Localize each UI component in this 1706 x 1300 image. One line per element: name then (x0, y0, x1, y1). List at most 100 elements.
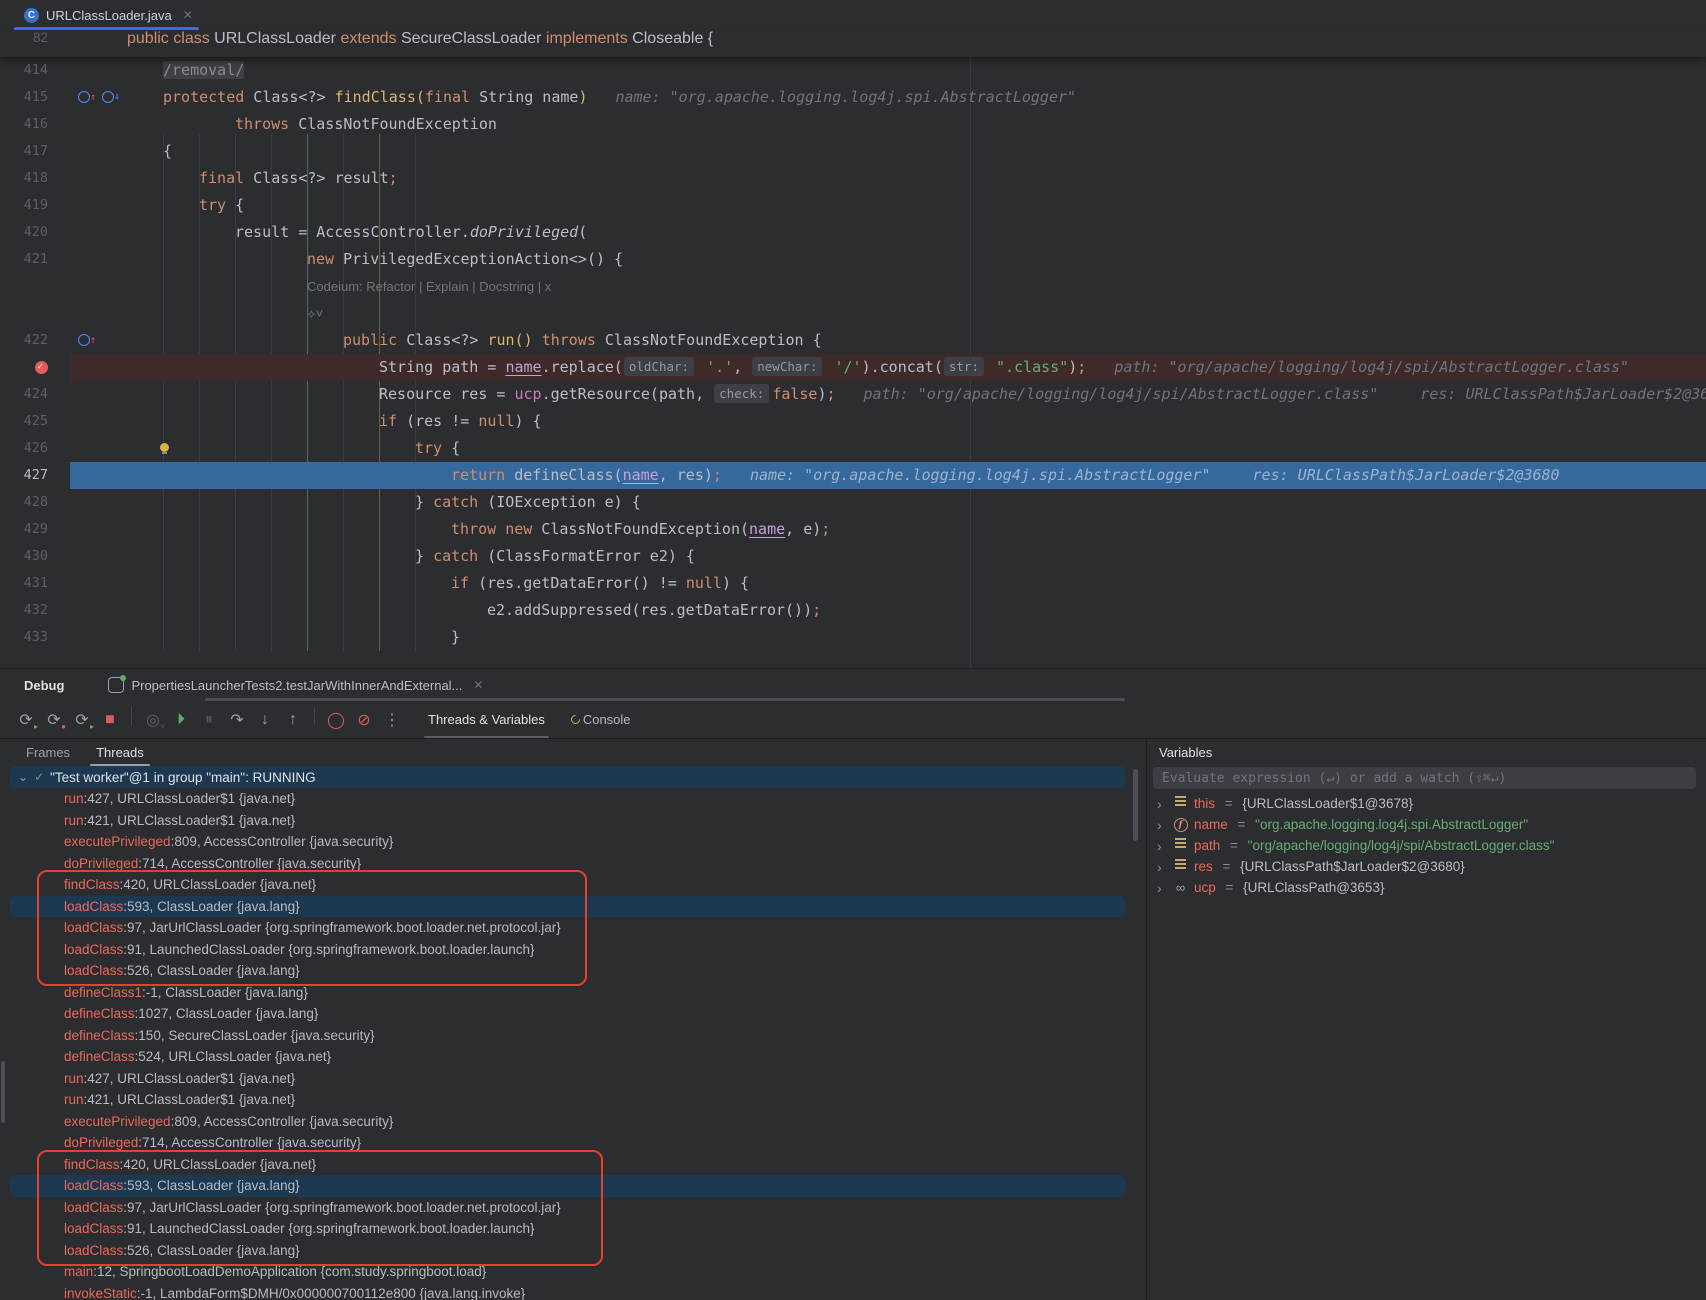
code-line[interactable]: Codeium: Refactor | Explain | Docstring … (0, 273, 1706, 300)
code-line[interactable]: 432e2.addSuppressed(res.getDataError()); (0, 597, 1706, 624)
code-line[interactable]: ⟡˅ (0, 300, 1706, 327)
frame-method: doPrivileged (64, 856, 138, 871)
frame-row[interactable]: main:12, SpringbootLoadDemoApplication {… (10, 1261, 1125, 1283)
rerun-button-badge-icon: ▸ (34, 723, 38, 731)
variable-row[interactable]: ›∞ucp = {URLClassPath@3653} (1147, 877, 1706, 898)
code-line[interactable]: 419try { (0, 192, 1706, 219)
chevron-right-icon[interactable]: › (1157, 817, 1167, 833)
variable-row[interactable]: ›this = {URLClassLoader$1@3678} (1147, 793, 1706, 814)
tab-threads[interactable]: Threads (96, 739, 144, 766)
frame-row[interactable]: invokeStatic:-1, LambdaForm$DMH/0x000000… (10, 1283, 1125, 1300)
restart-debug-button[interactable]: ⟳▸ (69, 707, 95, 733)
line-band: } catch (ClassFormatError e2) { (70, 543, 1706, 570)
frame-location: :809, AccessController {java.security} (171, 1114, 394, 1129)
debugger-view-tabs: Threads & Variables Console (428, 701, 631, 738)
frames-scrollbar[interactable] (1133, 769, 1138, 841)
frame-row[interactable]: executePrivileged:809, AccessController … (10, 1111, 1125, 1133)
more-button[interactable]: ⋮ (379, 707, 405, 733)
code-line[interactable]: 425if (res != null) { (0, 408, 1706, 435)
code-line[interactable]: 415protected Class<?> findClass(final St… (0, 84, 1706, 111)
frame-row[interactable]: loadClass:593, ClassLoader {java.lang} (10, 1175, 1125, 1197)
breakpoint-icon[interactable] (35, 361, 48, 374)
overrides-method-icon[interactable] (78, 334, 90, 346)
frame-method: defineClass (64, 1049, 135, 1064)
code-editor[interactable]: C URLClassLoader.java ✕ 82public class U… (0, 0, 1706, 668)
overridden-method-icon[interactable] (102, 91, 114, 103)
overrides-method-icon[interactable] (78, 91, 90, 103)
equals-sign: = (1234, 817, 1249, 832)
code-line[interactable]: 426try { (0, 435, 1706, 462)
frame-location: :427, URLClassLoader$1 {java.net} (84, 1071, 296, 1086)
chevron-down-icon[interactable]: ⌄ (18, 770, 28, 784)
frame-row[interactable]: loadClass:91, LaunchedClassLoader {org.s… (10, 939, 1125, 961)
variable-row[interactable]: ›fname = "org.apache.logging.log4j.spi.A… (1147, 814, 1706, 835)
frame-row[interactable]: run:421, URLClassLoader$1 {java.net} (10, 810, 1125, 832)
code-line[interactable]: 414/removal/ (0, 57, 1706, 84)
frame-row[interactable]: defineClass:524, URLClassLoader {java.ne… (10, 1046, 1125, 1068)
code-line[interactable]: 431if (res.getDataError() != null) { (0, 570, 1706, 597)
step-over-button[interactable]: ↷ (224, 707, 250, 733)
line-band: ⟡˅ (70, 300, 1706, 327)
chevron-right-icon[interactable]: › (1157, 859, 1167, 875)
frame-row[interactable]: defineClass:1027, ClassLoader {java.lang… (10, 1003, 1125, 1025)
code-line[interactable]: String path = name.replace(oldChar: '.',… (0, 354, 1706, 381)
frame-row[interactable]: run:421, URLClassLoader$1 {java.net} (10, 1089, 1125, 1111)
tab-frames[interactable]: Frames (26, 739, 70, 766)
session-tab-close-icon[interactable]: ✕ (473, 678, 483, 692)
sticky-class-declaration-line[interactable]: 82public class URLClassLoader extends Se… (0, 30, 1706, 57)
frame-row[interactable]: loadClass:526, ClassLoader {java.lang} (10, 960, 1125, 982)
frame-row[interactable]: defineClass:150, SecureClassLoader {java… (10, 1025, 1125, 1047)
evaluate-expression-input[interactable]: Evaluate expression (↵) or add a watch (… (1153, 767, 1696, 789)
chevron-right-icon[interactable]: › (1157, 838, 1167, 854)
code-line[interactable]: 424Resource res = ucp.getResource(path, … (0, 381, 1706, 408)
frame-row[interactable]: executePrivileged:809, AccessController … (10, 831, 1125, 853)
debug-session-tab[interactable]: PropertiesLauncherTests2.testJarWithInne… (108, 677, 483, 693)
stop-button[interactable]: ■ (97, 707, 123, 733)
code-line[interactable]: 416throws ClassNotFoundException (0, 111, 1706, 138)
code-line[interactable]: 429throw new ClassNotFoundException(name… (0, 516, 1706, 543)
intention-bulb-icon[interactable] (160, 443, 169, 452)
rerun-failed-tests-button[interactable]: ⟳● (41, 707, 67, 733)
code-line[interactable]: 417{ (0, 138, 1706, 165)
code-line[interactable]: 420result = AccessController.doPrivilege… (0, 219, 1706, 246)
tab-threads-and-variables[interactable]: Threads & Variables (428, 701, 545, 738)
frame-row[interactable]: run:427, URLClassLoader$1 {java.net} (10, 1068, 1125, 1090)
mute-breakpoints-button[interactable]: ⊘ (351, 707, 377, 733)
step-into-button[interactable]: ↓ (252, 707, 278, 733)
tab-console[interactable]: Console (571, 701, 631, 738)
frame-row[interactable]: defineClass1:-1, ClassLoader {java.lang} (10, 982, 1125, 1004)
pause-button[interactable]: ⏸ (196, 707, 222, 733)
gutter-icons (70, 57, 127, 84)
frame-row[interactable]: loadClass:526, ClassLoader {java.lang} (10, 1240, 1125, 1262)
frame-row[interactable]: loadClass:97, JarUrlClassLoader {org.spr… (10, 917, 1125, 939)
frame-row[interactable]: run:427, URLClassLoader$1 {java.net} (10, 788, 1125, 810)
frame-row[interactable]: findClass:420, URLClassLoader {java.net} (10, 874, 1125, 896)
code-line[interactable]: 427return defineClass(name, res);name: "… (0, 462, 1706, 489)
chevron-right-icon[interactable]: › (1157, 880, 1167, 896)
frame-row[interactable]: findClass:420, URLClassLoader {java.net} (10, 1154, 1125, 1176)
frame-location: :420, URLClassLoader {java.net} (120, 1157, 317, 1172)
code-line[interactable]: 422public Class<?> run() throws ClassNot… (0, 327, 1706, 354)
variable-row[interactable]: ›res = {URLClassPath$JarLoader$2@3680} (1147, 856, 1706, 877)
code-line[interactable]: 433} (0, 624, 1706, 651)
step-out-button[interactable]: ↑ (280, 707, 306, 733)
code-line[interactable]: 430} catch (ClassFormatError e2) { (0, 543, 1706, 570)
code-line[interactable]: 428} catch (IOException e) { (0, 489, 1706, 516)
frame-row[interactable]: doPrivileged:714, AccessController {java… (10, 1132, 1125, 1154)
frame-row[interactable]: loadClass:91, LaunchedClassLoader {org.s… (10, 1218, 1125, 1240)
frame-row[interactable]: doPrivileged:714, AccessController {java… (10, 853, 1125, 875)
editor-tab-urlclassloader[interactable]: C URLClassLoader.java ✕ (10, 0, 203, 30)
test-history-button[interactable]: ◎˅ (140, 707, 166, 733)
view-breakpoints-button[interactable]: ◯ (323, 707, 349, 733)
code-line[interactable]: 421new PrivilegedExceptionAction<>() { (0, 246, 1706, 273)
rerun-button[interactable]: ⟳▸ (13, 707, 39, 733)
chevron-right-icon[interactable]: › (1157, 796, 1167, 812)
resume-button[interactable]: ⏵ (168, 707, 194, 733)
code-line[interactable]: 418final Class<?> result; (0, 165, 1706, 192)
variable-row[interactable]: ›path = "org/apache/logging/log4j/spi/Ab… (1147, 835, 1706, 856)
frame-row[interactable]: loadClass:593, ClassLoader {java.lang} (10, 896, 1125, 918)
frames-left-scrollbar[interactable] (1, 1061, 5, 1123)
thread-header-row[interactable]: ⌄ ✓ "Test worker"@1 in group "main": RUN… (10, 766, 1125, 788)
frame-row[interactable]: loadClass:97, JarUrlClassLoader {org.spr… (10, 1197, 1125, 1219)
tab-close-icon[interactable]: ✕ (183, 8, 193, 22)
